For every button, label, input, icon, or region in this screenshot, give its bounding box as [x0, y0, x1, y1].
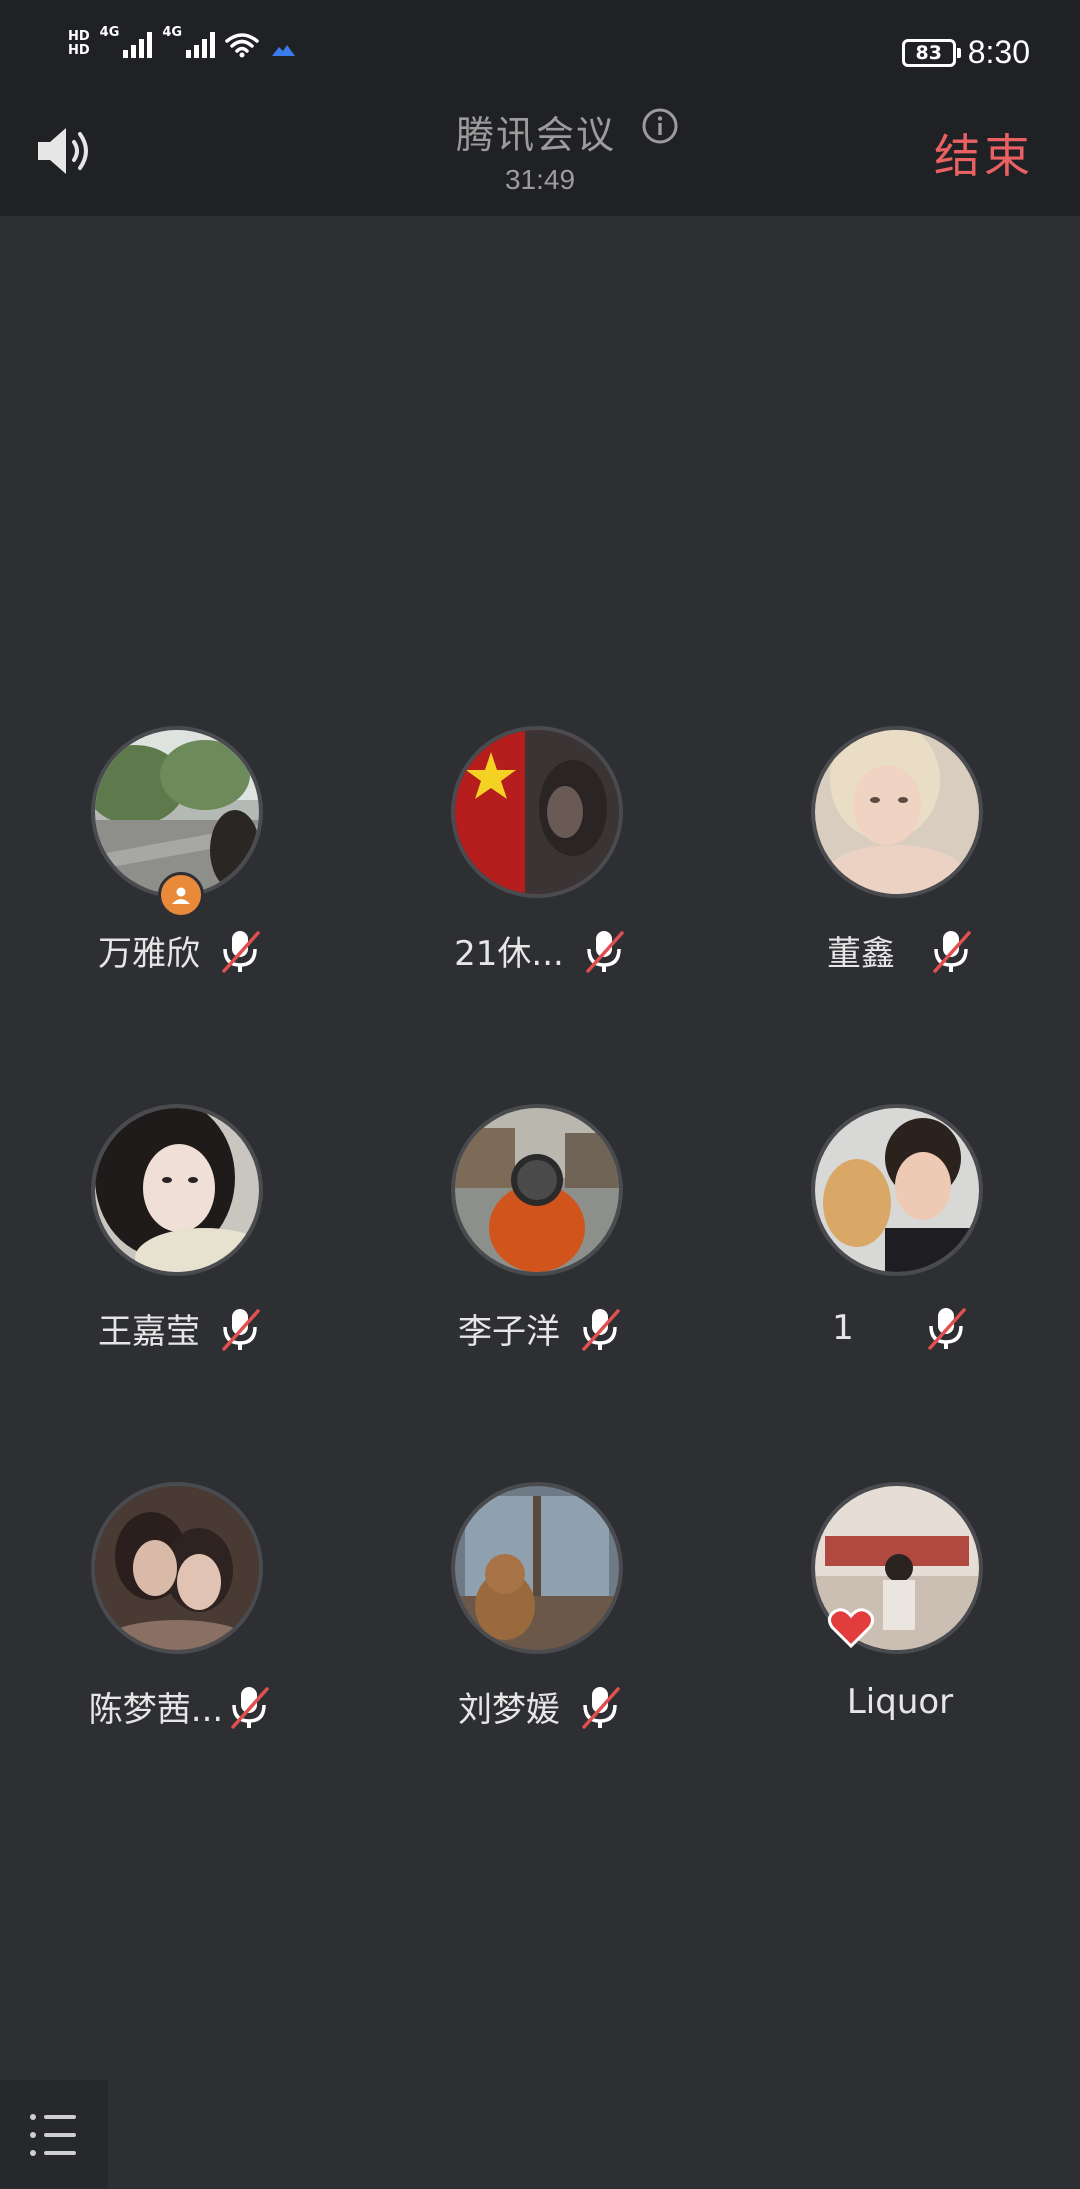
meeting-title[interactable]: 腾讯会议	[456, 104, 616, 159]
network-type-1: 4G	[99, 25, 120, 40]
battery-level: 83	[915, 41, 942, 64]
participant-name: Liquor	[846, 1682, 954, 1722]
avatar	[811, 1104, 983, 1276]
participant-name: 刘梦媛	[458, 1690, 560, 1730]
participant-name: 万雅欣	[98, 934, 200, 974]
hd-indicator: HD HD	[68, 30, 90, 58]
mic-muted-icon	[933, 930, 971, 973]
signal-2-icon	[186, 32, 216, 58]
status-time: 8:30	[967, 34, 1030, 70]
participant-name: 21休...	[454, 934, 564, 974]
participant-tile[interactable]: 1	[720, 1100, 1080, 1380]
mic-muted-icon	[582, 1308, 620, 1351]
participant-tile[interactable]: Liquor	[720, 1478, 1080, 1758]
info-icon[interactable]	[640, 106, 680, 146]
avatar	[811, 726, 983, 898]
participant-name: 董鑫	[827, 934, 895, 974]
participant-tile[interactable]: 21休...	[360, 722, 720, 1002]
list-icon	[30, 2113, 76, 2156]
battery-icon: 83	[901, 38, 961, 67]
status-right: 83 8:30	[901, 34, 1030, 71]
cloud-sync-icon	[272, 45, 296, 56]
mic-muted-icon	[222, 1308, 260, 1351]
hd-bottom-label: HD	[68, 43, 90, 58]
participant-name: 1	[832, 1308, 854, 1348]
member-list-button[interactable]	[0, 2080, 108, 2189]
avatar	[451, 1482, 623, 1654]
mic-muted-icon	[586, 930, 624, 973]
wifi-icon	[225, 33, 259, 58]
hd-top-label: HD	[68, 29, 90, 44]
mic-muted-icon	[928, 1308, 966, 1350]
host-badge-icon	[158, 872, 204, 918]
mic-muted-icon	[222, 930, 260, 973]
avatar	[451, 726, 623, 898]
avatar	[91, 1104, 263, 1276]
network-type-2: 4G	[162, 25, 183, 40]
participant-tile[interactable]: 李子洋	[360, 1100, 720, 1380]
mic-muted-icon	[231, 1686, 269, 1729]
meeting-timer: 31:49	[504, 164, 576, 195]
participant-tile[interactable]: 刘梦媛	[360, 1478, 720, 1758]
participant-name: 王嘉莹	[98, 1312, 200, 1352]
participant-tile[interactable]: 董鑫	[720, 722, 1080, 1002]
meeting-header: 腾讯会议 31:49 结束	[0, 100, 1080, 216]
signal-1-icon	[123, 32, 153, 58]
status-left: HD HD 4G 4G	[68, 25, 297, 58]
heart-icon	[827, 1608, 875, 1649]
participant-tile[interactable]: 陈梦茜...	[0, 1478, 360, 1758]
mic-muted-icon	[582, 1686, 620, 1729]
participant-name: 李子洋	[458, 1312, 560, 1352]
participant-tile[interactable]: 王嘉莹	[0, 1100, 360, 1380]
end-meeting-button[interactable]: 结束	[934, 120, 1034, 186]
avatar	[91, 1482, 263, 1654]
avatar	[451, 1104, 623, 1276]
participant-name: 陈梦茜...	[88, 1690, 224, 1730]
participant-tile[interactable]: 万雅欣	[0, 722, 360, 1002]
status-bar: HD HD 4G 4G 83 8:30	[0, 0, 1080, 100]
